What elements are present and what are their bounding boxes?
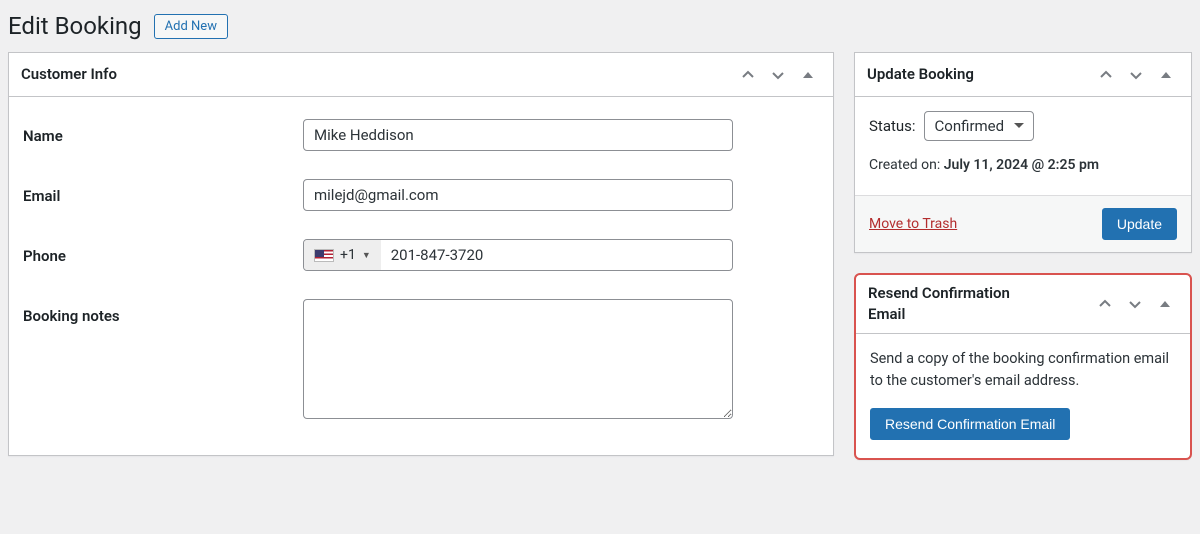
add-new-button[interactable]: Add New <box>154 14 228 39</box>
update-booking-title: Update Booking <box>867 56 974 93</box>
move-up-icon[interactable] <box>1092 291 1118 317</box>
resend-box-title: Resend Confirmation Email <box>868 275 1048 333</box>
email-label: Email <box>23 179 303 205</box>
us-flag-icon <box>314 249 334 262</box>
toggle-panel-icon[interactable] <box>1153 62 1179 88</box>
status-label: Status: <box>869 117 916 135</box>
toggle-panel-icon[interactable] <box>1152 291 1178 317</box>
move-to-trash-link[interactable]: Move to Trash <box>869 216 957 232</box>
name-label: Name <box>23 119 303 145</box>
move-up-icon[interactable] <box>735 62 761 88</box>
phone-country-selector[interactable]: +1 ▼ <box>304 240 381 270</box>
resend-confirmation-button[interactable]: Resend Confirmation Email <box>870 408 1070 440</box>
customer-info-box: Customer Info Name <box>8 52 834 456</box>
move-up-icon[interactable] <box>1093 62 1119 88</box>
created-on-value: July 11, 2024 @ 2:25 pm <box>944 157 1099 173</box>
move-down-icon[interactable] <box>1122 291 1148 317</box>
update-booking-box: Update Booking Status: <box>854 52 1192 253</box>
move-down-icon[interactable] <box>1123 62 1149 88</box>
page-title: Edit Booking <box>8 12 142 40</box>
customer-info-title: Customer Info <box>21 56 117 93</box>
booking-notes-textarea[interactable] <box>303 299 733 419</box>
created-on-label: Created on: <box>869 157 940 173</box>
resend-description: Send a copy of the booking confirmation … <box>870 348 1176 392</box>
move-down-icon[interactable] <box>765 62 791 88</box>
phone-input[interactable] <box>381 240 732 270</box>
update-button[interactable]: Update <box>1102 208 1177 240</box>
resend-confirmation-box: Resend Confirmation Email Send a copy of… <box>854 273 1192 460</box>
toggle-panel-icon[interactable] <box>795 62 821 88</box>
phone-label: Phone <box>23 239 303 265</box>
notes-label: Booking notes <box>23 299 303 325</box>
status-select[interactable]: Confirmed <box>924 111 1034 141</box>
phone-country-code: +1 <box>340 247 356 263</box>
caret-down-icon: ▼ <box>362 250 371 261</box>
email-input[interactable] <box>303 179 733 211</box>
name-input[interactable] <box>303 119 733 151</box>
